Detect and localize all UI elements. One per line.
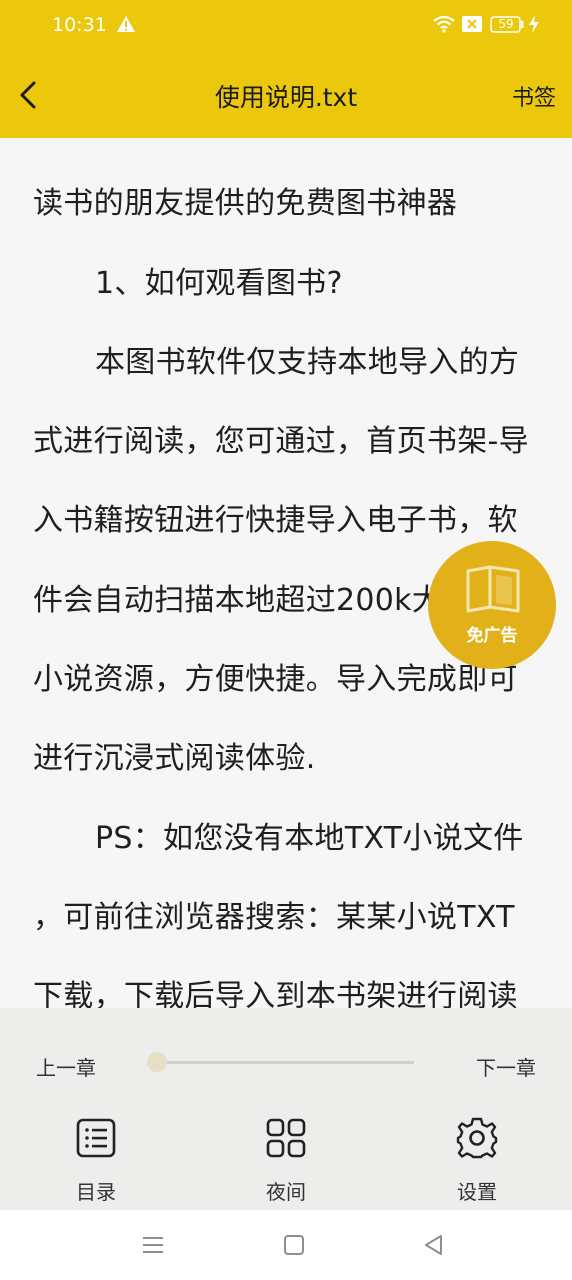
app-header: 使用说明.txt 书签: [0, 52, 572, 138]
chapter-progress-thumb[interactable]: [147, 1052, 167, 1072]
chapter-progress-track[interactable]: [152, 1061, 414, 1064]
ad-free-label: 免广告: [466, 626, 518, 646]
status-bar: 10:31 59: [0, 0, 572, 52]
sim-x-icon: [462, 16, 482, 32]
toc-label: 目录: [76, 1180, 116, 1204]
text-line: PS：如您没有本地TXT小说文件: [95, 821, 524, 856]
settings-label: 设置: [457, 1180, 497, 1204]
next-chapter-button[interactable]: 下一章: [476, 1052, 536, 1081]
text-line: 读书的朋友提供的免费图书神器: [33, 186, 458, 221]
home-icon[interactable]: [281, 1232, 307, 1258]
text-line: 小说资源，方便快捷。导入完成即可: [33, 662, 518, 697]
text-line: 本图书软件仅支持本地导入的方: [95, 345, 520, 380]
status-time: 10:31: [52, 14, 107, 36]
text-line: 入书籍按钮进行快捷导入电子书，软: [33, 503, 518, 538]
text-line: 式进行阅读，您可通过，首页书架-导: [33, 424, 529, 459]
grid-icon: [266, 1118, 306, 1158]
text-line: 进行沉浸式阅读体验.: [33, 741, 316, 776]
chevron-left-icon[interactable]: [14, 78, 44, 112]
text-line: 件会自动扫描本地超过200k大: [33, 583, 443, 618]
wifi-icon: [433, 15, 455, 33]
night-mode-label: 夜间: [266, 1180, 306, 1204]
text-line: ，可前往浏览器搜索：某某小说TXT: [33, 900, 515, 935]
text-line: 1、如何观看图书?: [95, 266, 343, 301]
toc-button[interactable]: 目录: [36, 1100, 156, 1210]
page-title: 使用说明.txt: [214, 83, 358, 112]
text-line: 下载，下载后导入到本书架进行阅读: [33, 979, 518, 1008]
settings-button[interactable]: 设置: [417, 1100, 537, 1210]
charging-icon: [529, 15, 539, 33]
night-mode-button[interactable]: 夜间: [226, 1100, 346, 1210]
battery-level: 59: [498, 17, 514, 31]
gear-icon: [456, 1117, 498, 1159]
list-icon: [76, 1118, 116, 1158]
reader-toolbar: 目录 夜间 设置: [0, 1100, 572, 1210]
chapter-nav: 上一章 下一章: [0, 1008, 572, 1100]
system-nav-bar: [0, 1210, 572, 1280]
warning-icon: [117, 16, 135, 32]
back-triangle-icon[interactable]: [421, 1232, 447, 1258]
ad-free-button[interactable]: 免广告: [428, 541, 556, 669]
prev-chapter-button[interactable]: 上一章: [36, 1052, 96, 1081]
bookmark-button[interactable]: 书签: [512, 80, 556, 112]
book-icon: [466, 565, 520, 613]
menu-icon[interactable]: [140, 1232, 166, 1258]
